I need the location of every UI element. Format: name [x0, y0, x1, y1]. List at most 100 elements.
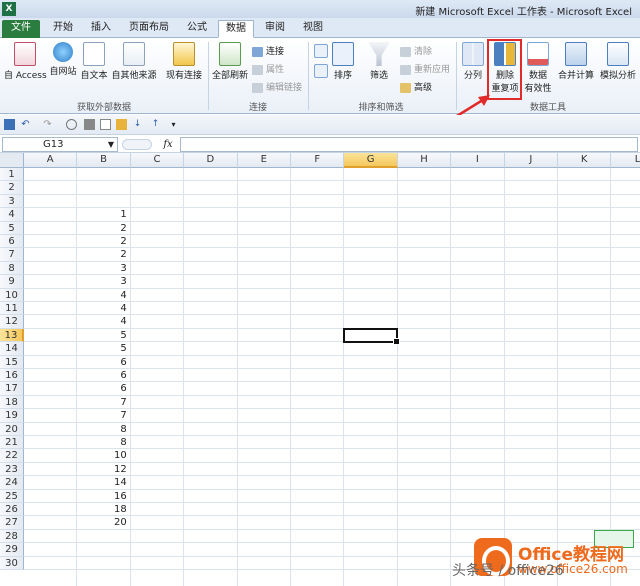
reapply-button[interactable]: 重新应用: [400, 62, 450, 75]
text-to-columns-button[interactable]: 分列: [458, 42, 488, 81]
cell-b20[interactable]: 8: [77, 423, 126, 436]
row-header-13[interactable]: 13: [0, 328, 24, 343]
formula-expand-icon[interactable]: [122, 139, 152, 150]
column-header-g[interactable]: G: [344, 153, 398, 168]
column-header-l[interactable]: L: [611, 153, 640, 168]
column-header-f[interactable]: F: [291, 153, 345, 168]
data-validation-button[interactable]: 数据 有效性: [522, 42, 554, 94]
sort-button[interactable]: 排序: [332, 42, 354, 81]
row-header-5[interactable]: 5: [0, 221, 24, 235]
cell-b26[interactable]: 18: [77, 503, 127, 516]
tab-data[interactable]: 数据: [218, 20, 254, 38]
sort-asc-button[interactable]: [312, 44, 330, 60]
name-box[interactable]: G13 ▼: [2, 137, 118, 152]
new-file-icon[interactable]: [100, 119, 111, 130]
row-header-1[interactable]: 1: [0, 168, 24, 182]
row-header-22[interactable]: 22: [0, 449, 24, 463]
save-icon[interactable]: [4, 119, 15, 130]
row-header-23[interactable]: 23: [0, 462, 24, 477]
tab-view[interactable]: 视图: [296, 20, 330, 38]
insert-function-button[interactable]: fx: [158, 137, 178, 152]
from-other-sources-button[interactable]: 自其他来源: [110, 42, 158, 81]
row-header-30[interactable]: 30: [0, 556, 24, 570]
row-header-3[interactable]: 3: [0, 194, 24, 209]
column-header-a[interactable]: A: [24, 153, 78, 168]
column-header-e[interactable]: E: [237, 153, 291, 168]
row-header-20[interactable]: 20: [0, 422, 24, 436]
formula-input[interactable]: [180, 137, 638, 152]
active-cell[interactable]: [343, 327, 401, 346]
cell-b13[interactable]: 5: [77, 329, 126, 342]
cell-b17[interactable]: 6: [77, 382, 126, 395]
advanced-filter-button[interactable]: 高级: [400, 80, 432, 93]
row-header-15[interactable]: 15: [0, 355, 24, 369]
cell-b6[interactable]: 2: [77, 235, 126, 248]
tab-insert[interactable]: 插入: [84, 20, 118, 38]
row-header-16[interactable]: 16: [0, 369, 24, 383]
cell-b16[interactable]: 6: [77, 369, 126, 382]
cell-b12[interactable]: 4: [77, 315, 126, 328]
row-header-9[interactable]: 9: [0, 275, 24, 289]
worksheet-grid[interactable]: A B C D E F G H I J K L 1 2 3 4 1 5 2 6 2 7 2 8 3 9 3 10 4 11 4 12 4 13 5 1…: [0, 153, 640, 586]
what-if-analysis-button[interactable]: 模拟分析: [598, 42, 638, 81]
cell-b5[interactable]: 2: [77, 222, 126, 235]
row-header-27[interactable]: 27: [0, 516, 24, 530]
clear-filter-button[interactable]: 清除: [400, 44, 432, 57]
column-header-k[interactable]: K: [558, 153, 612, 168]
cell-b25[interactable]: 16: [77, 490, 127, 503]
row-header-29[interactable]: 29: [0, 543, 24, 557]
cell-b15[interactable]: 6: [77, 356, 126, 369]
undo-icon[interactable]: ↶: [20, 119, 31, 130]
row-header-10[interactable]: 10: [0, 288, 24, 302]
row-header-4[interactable]: 4: [0, 208, 24, 222]
existing-connections-button[interactable]: 现有连接: [164, 42, 204, 81]
from-text-button[interactable]: 自文本: [80, 42, 108, 81]
cell-b14[interactable]: 5: [77, 342, 126, 355]
cell-b8[interactable]: 3: [77, 262, 126, 275]
tab-file[interactable]: 文件: [2, 20, 40, 38]
print-preview-icon[interactable]: [66, 119, 77, 130]
redo-icon[interactable]: ↷: [42, 119, 53, 130]
refresh-all-button[interactable]: 全部刷新: [210, 42, 250, 81]
row-header-18[interactable]: 18: [0, 395, 24, 410]
tab-review[interactable]: 审阅: [258, 20, 292, 38]
column-header-b[interactable]: B: [77, 153, 131, 168]
from-access-button[interactable]: 自 Access: [4, 42, 47, 81]
cell-b11[interactable]: 4: [77, 302, 126, 315]
filter-button[interactable]: 筛选: [366, 42, 392, 81]
cell-b24[interactable]: 14: [77, 476, 127, 489]
print-icon[interactable]: [84, 119, 95, 130]
row-header-24[interactable]: 24: [0, 476, 24, 490]
select-all-corner[interactable]: [0, 153, 24, 168]
row-header-25[interactable]: 25: [0, 489, 24, 503]
row-header-17[interactable]: 17: [0, 382, 24, 396]
cell-b19[interactable]: 7: [77, 409, 126, 422]
sort-descending-icon[interactable]: ↑: [150, 119, 161, 130]
open-folder-icon[interactable]: [116, 119, 127, 130]
sort-desc-button[interactable]: [312, 64, 330, 80]
row-header-19[interactable]: 19: [0, 409, 24, 423]
cell-b18[interactable]: 7: [77, 396, 126, 409]
chevron-down-icon[interactable]: ▼: [108, 138, 114, 151]
row-header-11[interactable]: 11: [0, 302, 24, 316]
customize-toolbar-icon[interactable]: ▾: [168, 119, 179, 130]
cell-b21[interactable]: 8: [77, 436, 126, 449]
tab-home[interactable]: 开始: [46, 20, 80, 38]
row-header-6[interactable]: 6: [0, 235, 24, 249]
row-header-26[interactable]: 26: [0, 503, 24, 517]
row-header-12[interactable]: 12: [0, 315, 24, 329]
cell-b10[interactable]: 4: [77, 289, 126, 302]
row-header-2[interactable]: 2: [0, 181, 24, 195]
cell-b9[interactable]: 3: [77, 275, 126, 288]
row-header-14[interactable]: 14: [0, 342, 24, 356]
column-header-h[interactable]: H: [397, 153, 452, 168]
column-header-c[interactable]: C: [130, 153, 185, 168]
from-web-button[interactable]: 自网站: [48, 42, 78, 77]
row-header-28[interactable]: 28: [0, 529, 24, 544]
consolidate-button[interactable]: 合并计算: [556, 42, 596, 81]
cell-b23[interactable]: 12: [77, 463, 127, 476]
cell-b7[interactable]: 2: [77, 248, 126, 261]
cell-b22[interactable]: 10: [77, 449, 127, 462]
excel-app-icon[interactable]: X: [2, 2, 16, 16]
tab-formulas[interactable]: 公式: [180, 20, 214, 38]
